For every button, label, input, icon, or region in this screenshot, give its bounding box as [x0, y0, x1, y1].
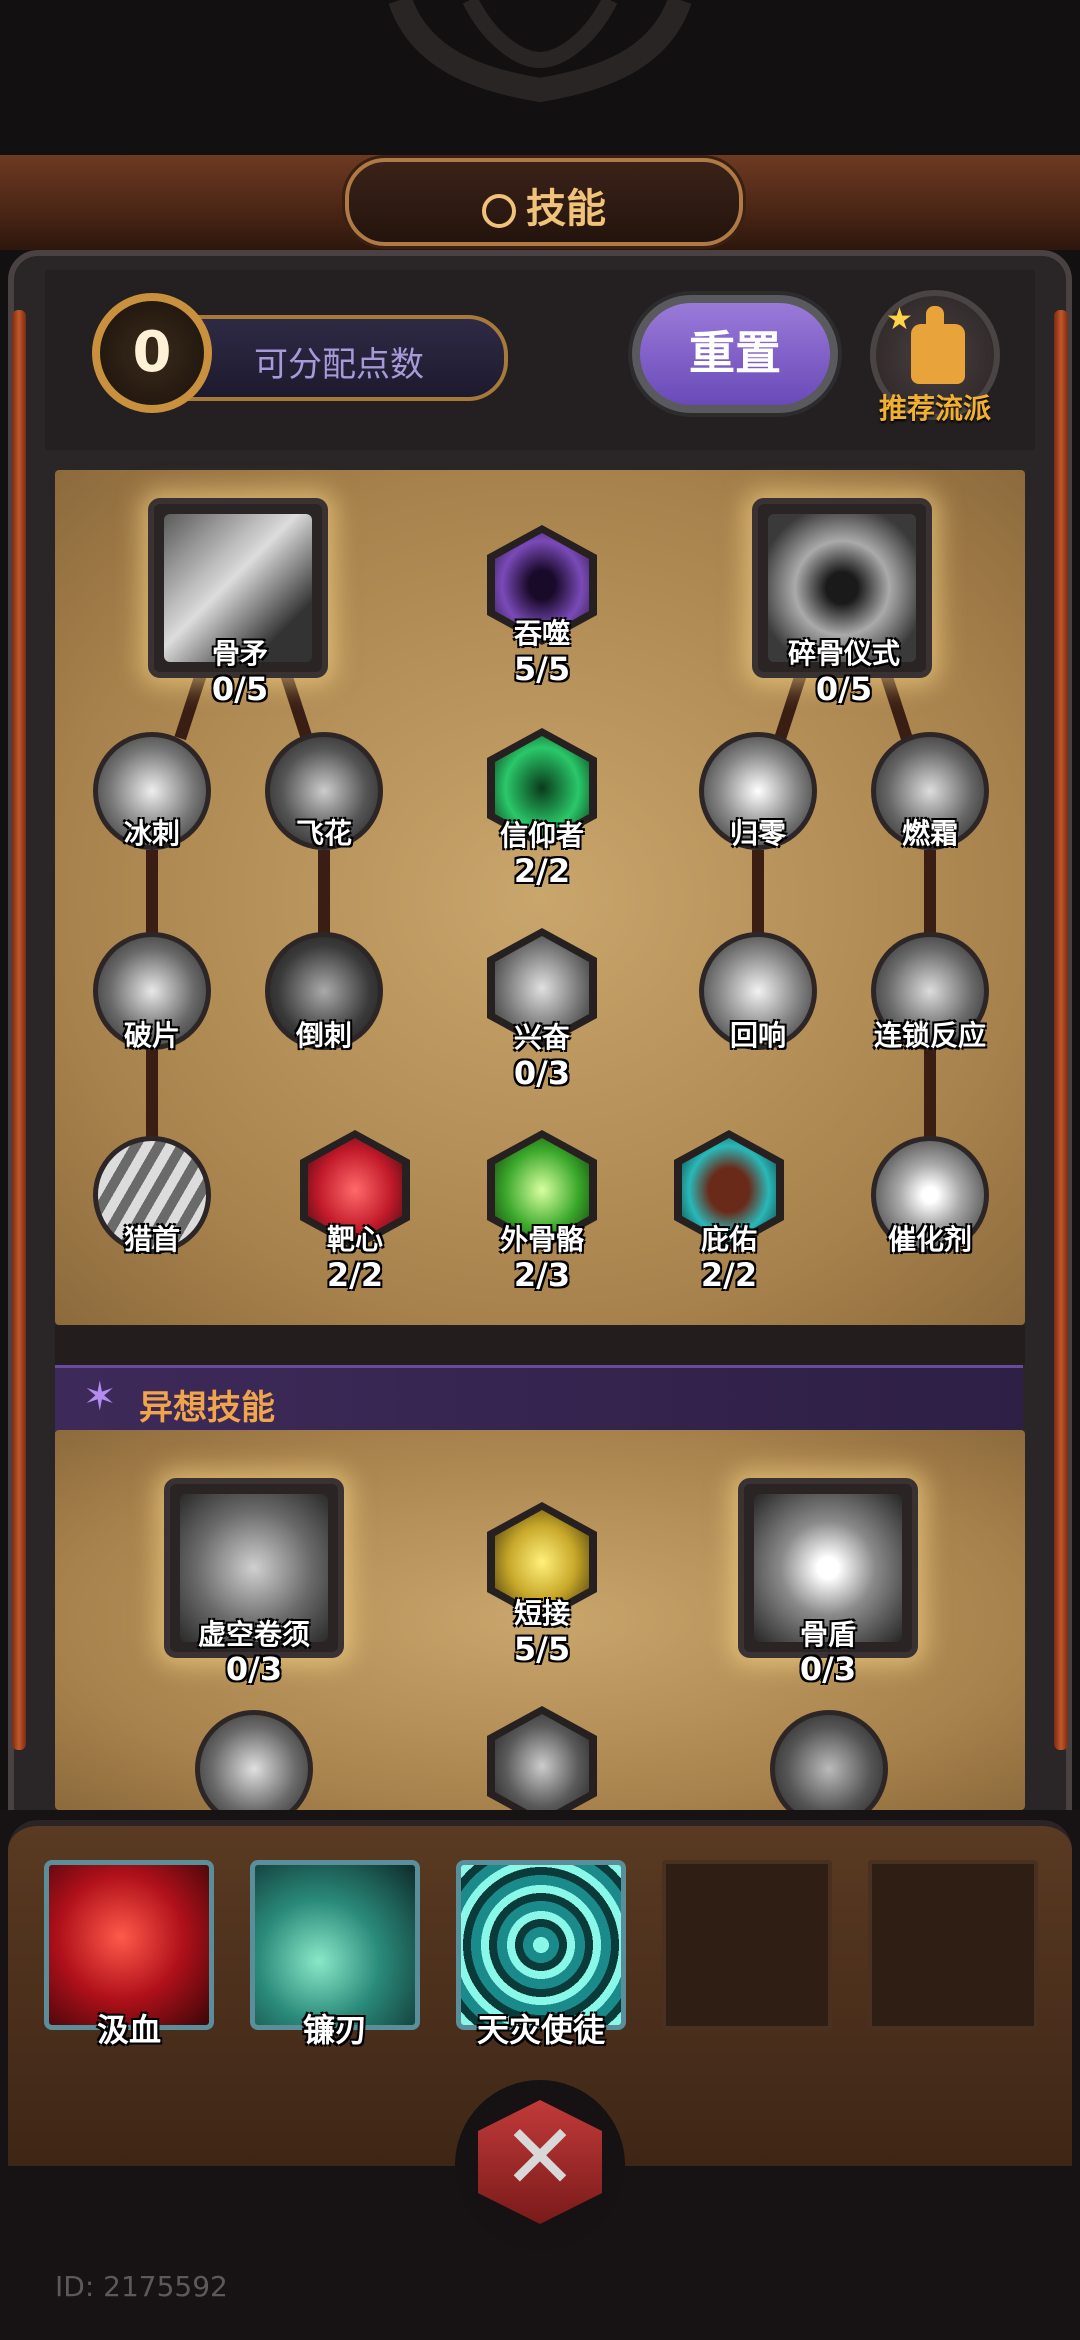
skill-node-label: 信仰者 — [499, 819, 584, 852]
equipped-skill-label: 镰刃 — [302, 2011, 367, 2049]
mystery-skill-count: 5/5 — [513, 1630, 571, 1668]
skill-node-label: 靶心 — [326, 1223, 383, 1256]
mystery-skill-count: 0/3 — [799, 1650, 857, 1688]
skill-node-count: 5/5 — [513, 650, 571, 688]
skill-wheel-icon — [482, 194, 516, 228]
skill-node-label: 倒刺 — [295, 1019, 352, 1052]
skill-node-count: 2/3 — [513, 1256, 571, 1294]
tree-connector — [924, 1050, 936, 1140]
mystery-skill-count: 0/3 — [225, 1650, 283, 1688]
tree-connector — [318, 850, 330, 940]
skill-node-label: 冰刺 — [123, 817, 180, 850]
title-plate: 技能 — [345, 158, 743, 246]
tree-connector — [924, 850, 936, 940]
points-label: 可分配点数 — [254, 345, 424, 385]
empty-skill-slot[interactable] — [662, 1860, 832, 2030]
section-divider — [55, 1325, 1025, 1365]
skill-node-label: 回响 — [729, 1019, 786, 1052]
recommend-label[interactable]: 推荐流派 — [860, 387, 1010, 427]
skill-node-count: 0/3 — [513, 1054, 571, 1092]
skill-node-label: 猎首 — [123, 1223, 180, 1256]
mystery-skill-label: 短接 — [513, 1597, 570, 1630]
star-icon: ★ — [886, 302, 913, 337]
skill-node-label: 吞噬 — [513, 617, 570, 650]
skill-node-count: 2/2 — [326, 1256, 384, 1294]
skill-node-count: 0/5 — [211, 670, 269, 708]
equipped-skill-label: 汲血 — [96, 2011, 161, 2049]
skill-node-count: 2/2 — [513, 852, 571, 890]
skill-node-label: 外骨骼 — [499, 1223, 584, 1256]
skill-node-label: 骨矛 — [211, 637, 268, 670]
skill-node-label: 飞花 — [295, 817, 352, 850]
skill-node-label: 碎骨仪式 — [787, 637, 900, 670]
mystery-skill-label: 骨盾 — [799, 1618, 856, 1651]
skill-node-label: 庇佑 — [700, 1223, 757, 1256]
star-icon: ✶ — [83, 1374, 117, 1420]
page-title: 技能 — [526, 186, 606, 232]
skill-node-label: 归零 — [729, 817, 786, 850]
skill-node-count: 2/2 — [700, 1256, 758, 1294]
frame-bar-left — [12, 310, 26, 1750]
skill-node-label: 破片 — [123, 1019, 180, 1052]
reset-button[interactable]: 重置 — [632, 295, 838, 413]
user-id: ID: 2175592 — [55, 2270, 228, 2303]
equipped-skill-label: 天灾使徒 — [476, 2011, 605, 2049]
points-value: 0 — [92, 293, 212, 413]
skill-node-label: 催化剂 — [887, 1223, 972, 1256]
tree-connector — [146, 850, 158, 940]
mystery-skills-title: 异想技能 — [139, 1388, 275, 1428]
skill-node-count: 0/5 — [815, 670, 873, 708]
empty-skill-slot[interactable] — [868, 1860, 1038, 2030]
close-icon: ✕ — [502, 2105, 578, 2210]
frame-bar-right — [1054, 310, 1068, 1750]
skill-node-label: 兴奋 — [513, 1021, 570, 1054]
tree-connector — [146, 1050, 158, 1140]
mystery-skill-label: 虚空卷须 — [197, 1618, 310, 1651]
tree-connector — [752, 850, 764, 940]
skill-node-label: 燃霜 — [901, 817, 958, 850]
mystery-skills-header: ✶ 异想技能 — [55, 1365, 1023, 1435]
skill-node-label: 连锁反应 — [873, 1019, 986, 1052]
